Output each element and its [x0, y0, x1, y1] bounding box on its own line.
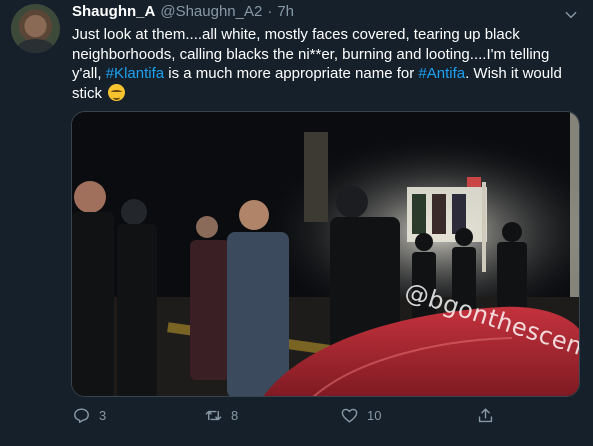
tweet-timestamp[interactable]: 7h: [277, 3, 294, 20]
avatar-shoulders: [17, 39, 54, 53]
retweet-count: 8: [231, 407, 239, 423]
like-button[interactable]: 10: [340, 403, 381, 427]
hashtag-klantifa[interactable]: #Klantifa: [106, 65, 164, 82]
video-frame: [72, 112, 579, 396]
heart-icon: [341, 408, 358, 423]
like-count: 10: [367, 407, 382, 423]
share-button[interactable]: [476, 403, 495, 427]
reply-icon: [74, 407, 89, 423]
tweet[interactable]: Shaughn_A @Shaughn_A2 · 7h Just look at …: [0, 0, 593, 446]
avatar[interactable]: [11, 4, 60, 53]
tweet-text-part2: is a much more appropriate name for: [164, 65, 419, 83]
tweet-media-video[interactable]: @bgonthescene: [71, 111, 580, 397]
display-name[interactable]: Shaughn_A: [72, 3, 155, 20]
reply-button[interactable]: 3: [72, 403, 106, 427]
tweet-actions: 3 8 10: [72, 403, 577, 427]
share-icon: [478, 407, 493, 422]
separator-dot: ·: [267, 3, 273, 20]
tweet-text: Just look at them....all white, mostly f…: [72, 25, 577, 103]
retweet-button[interactable]: 8: [204, 403, 238, 427]
chevron-down-icon[interactable]: [564, 8, 578, 22]
reply-count: 3: [99, 407, 107, 423]
retweet-icon: [205, 410, 222, 420]
pensive-face-emoji-icon: [108, 83, 126, 101]
tweet-header: Shaughn_A @Shaughn_A2 · 7h: [72, 3, 294, 23]
user-handle[interactable]: @Shaughn_A2: [160, 3, 262, 20]
hashtag-antifa[interactable]: #Antifa: [418, 65, 465, 82]
